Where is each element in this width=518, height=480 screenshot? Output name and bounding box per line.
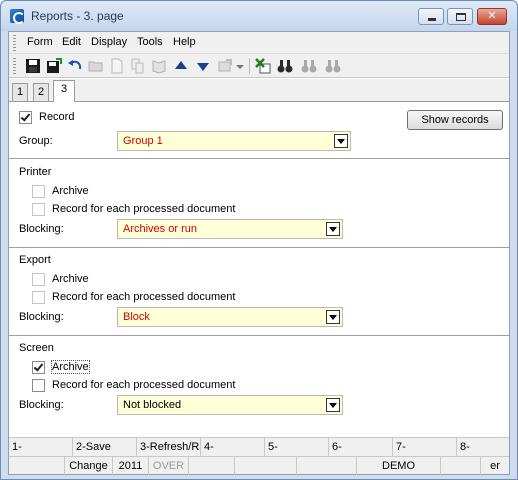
- maximize-button[interactable]: [447, 8, 473, 25]
- menu-help[interactable]: Help: [173, 36, 196, 48]
- status-blank: [441, 457, 481, 475]
- undo-icon[interactable]: [67, 58, 83, 74]
- book-icon[interactable]: [151, 58, 167, 74]
- export-archive-checkbox[interactable]: [32, 273, 45, 286]
- export-record-each-checkbox[interactable]: [32, 291, 45, 304]
- chevron-down-icon[interactable]: [326, 222, 340, 236]
- record-label: Record: [39, 111, 75, 123]
- screen-record-each-label: Record for each processed document: [52, 379, 236, 391]
- excel-export-icon[interactable]: [255, 58, 271, 74]
- status-blank: [9, 457, 65, 475]
- form-area: Form Edit Display Tools Help 1 2 3 Recor…: [8, 31, 510, 475]
- printer-blocking-value: Archives or run: [123, 223, 197, 235]
- title-bar[interactable]: Reports - 3. page ✕: [1, 1, 517, 31]
- status-bar: Change 2011 OVER DEMO er: [9, 456, 509, 475]
- status-year: 2011: [113, 457, 149, 475]
- fkey-5[interactable]: 5-: [265, 438, 329, 457]
- save-icon[interactable]: [25, 58, 41, 74]
- export-blocking-value: Block: [123, 311, 150, 323]
- status-lang: er: [490, 460, 500, 472]
- status-blank: [189, 457, 235, 475]
- tab-1[interactable]: 1: [12, 83, 28, 101]
- menu-bar: Form Edit Display Tools Help: [9, 32, 509, 54]
- fkey-2-save[interactable]: 2-Save: [73, 438, 137, 457]
- group-select[interactable]: Group 1: [117, 131, 351, 151]
- maximize-icon: [456, 13, 466, 21]
- printer-archive-checkbox[interactable]: [32, 185, 45, 198]
- printer-section-title: Printer: [19, 166, 52, 178]
- binoculars-prev-icon[interactable]: [301, 58, 317, 74]
- binoculars-icon[interactable]: [277, 58, 293, 74]
- printer-archive-label: Archive: [52, 185, 89, 197]
- menu-form[interactable]: Form: [27, 36, 53, 48]
- screen-record-each-checkbox[interactable]: [32, 379, 45, 392]
- new-document-icon[interactable]: [109, 58, 125, 74]
- fkey-7[interactable]: 7-: [393, 438, 457, 457]
- binoculars-next-icon[interactable]: [325, 58, 341, 74]
- chevron-down-icon[interactable]: [326, 310, 340, 324]
- printer-record-each-label: Record for each processed document: [52, 203, 236, 215]
- copy-document-icon[interactable]: [130, 58, 146, 74]
- close-button[interactable]: ✕: [477, 8, 507, 25]
- toolbar-grip[interactable]: [13, 58, 16, 74]
- export-record-each-label: Record for each processed document: [52, 291, 236, 303]
- options-icon[interactable]: [217, 58, 233, 74]
- screen-archive-checkbox[interactable]: [32, 361, 45, 374]
- menu-edit[interactable]: Edit: [62, 36, 81, 48]
- minimize-button[interactable]: [418, 8, 444, 25]
- open-folder-icon[interactable]: [88, 58, 104, 74]
- tab-strip: 1 2 3: [9, 79, 509, 102]
- toolbar: [9, 54, 509, 78]
- close-icon: ✕: [487, 10, 497, 22]
- fkey-6[interactable]: 6-: [329, 438, 393, 457]
- tab-2[interactable]: 2: [33, 83, 49, 101]
- menu-tools[interactable]: Tools: [137, 36, 163, 48]
- show-records-button[interactable]: Show records: [407, 110, 503, 130]
- chevron-down-icon[interactable]: [326, 398, 340, 412]
- window-title: Reports - 3. page: [31, 9, 124, 23]
- screen-blocking-value: Not blocked: [123, 399, 182, 411]
- status-blank: [297, 457, 357, 475]
- menu-grip[interactable]: [13, 35, 16, 51]
- menu-display[interactable]: Display: [91, 36, 127, 48]
- export-blocking-select[interactable]: Block: [117, 307, 343, 327]
- toolbar-separator: [249, 58, 250, 74]
- fkey-1[interactable]: 1-: [9, 438, 73, 457]
- minimize-icon: [428, 18, 436, 21]
- tab-3[interactable]: 3: [53, 80, 75, 102]
- group-value: Group 1: [123, 135, 163, 147]
- screen-blocking-select[interactable]: Not blocked: [117, 395, 343, 415]
- divider: [9, 335, 509, 336]
- printer-record-each-checkbox[interactable]: [32, 203, 45, 216]
- function-key-bar: 1- 2-Save 3-Refresh/R 4- 5- 6- 7- 8-: [9, 437, 509, 457]
- arrow-down-icon[interactable]: [195, 58, 211, 74]
- screen-archive-label: Archive: [51, 360, 90, 374]
- printer-blocking-label: Blocking:: [19, 223, 64, 235]
- chevron-down-icon[interactable]: [334, 134, 348, 148]
- status-mode: Change: [65, 457, 113, 475]
- status-overwrite: OVER: [149, 457, 189, 475]
- export-archive-label: Archive: [52, 273, 89, 285]
- screen-blocking-label: Blocking:: [19, 399, 64, 411]
- status-database: DEMO: [357, 457, 441, 475]
- tab-page-3: Record Show records Group: Group 1 Print…: [9, 101, 509, 437]
- divider: [9, 247, 509, 248]
- printer-blocking-select[interactable]: Archives or run: [117, 219, 343, 239]
- save-as-icon[interactable]: [46, 58, 62, 74]
- app-icon: [10, 9, 25, 24]
- app-window: Reports - 3. page ✕ Form Edit Display To…: [0, 0, 518, 480]
- fkey-4[interactable]: 4-: [201, 438, 265, 457]
- dropdown-arrow-icon[interactable]: [235, 58, 245, 74]
- fkey-3-refresh[interactable]: 3-Refresh/R: [137, 438, 201, 457]
- screen-section-title: Screen: [19, 342, 54, 354]
- divider: [9, 158, 509, 159]
- status-blank: [235, 457, 297, 475]
- record-checkbox[interactable]: [19, 111, 32, 124]
- fkey-8[interactable]: 8-: [457, 438, 509, 457]
- export-section-title: Export: [19, 254, 51, 266]
- arrow-up-icon[interactable]: [173, 58, 189, 74]
- export-blocking-label: Blocking:: [19, 311, 64, 323]
- group-label: Group:: [19, 135, 53, 147]
